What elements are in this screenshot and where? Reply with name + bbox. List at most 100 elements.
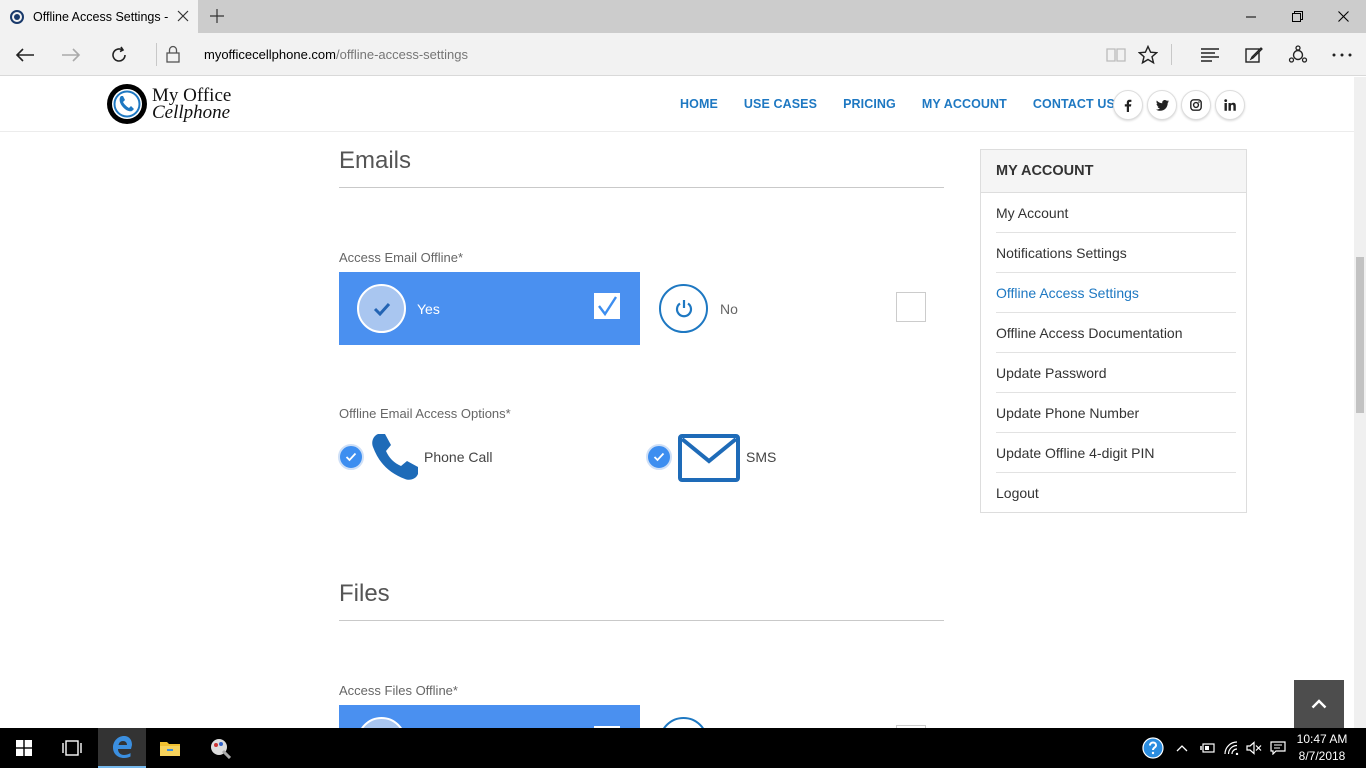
checkmark-icon (598, 296, 618, 317)
battery-icon[interactable] (1198, 738, 1218, 758)
sidebar-item-logout[interactable]: Logout (996, 473, 1236, 513)
power-icon (659, 717, 708, 728)
web-note-button[interactable] (1232, 33, 1276, 76)
instagram-icon (1190, 99, 1202, 111)
close-window-button[interactable] (1320, 0, 1366, 33)
sidebar-item-notifications-settings[interactable]: Notifications Settings (996, 233, 1236, 273)
help-icon[interactable] (1142, 737, 1164, 759)
site-logo[interactable]: My Office Cellphone (106, 83, 231, 125)
nav-home[interactable]: HOME (680, 97, 718, 111)
site-header: My Office Cellphone HOME USE CASES PRICI… (0, 77, 1354, 132)
emails-section-title: Emails (339, 147, 412, 174)
forward-button[interactable] (48, 33, 94, 76)
site-favicon-icon (10, 9, 24, 24)
close-tab-icon[interactable] (177, 10, 189, 22)
taskbar-app[interactable] (196, 728, 244, 768)
main-navigation: HOME USE CASES PRICING MY ACCOUNT CONTAC… (680, 97, 1141, 111)
action-center-icon[interactable] (1268, 738, 1288, 758)
page-scrollbar[interactable] (1354, 77, 1366, 728)
twitter-icon (1155, 99, 1169, 111)
sidebar-menu: My Account Notifications Settings Offlin… (981, 193, 1246, 513)
files-section-divider (339, 620, 944, 621)
sidebar-item-update-pin[interactable]: Update Offline 4-digit PIN (996, 433, 1236, 473)
more-options-button[interactable] (1320, 33, 1364, 76)
linkedin-icon (1224, 99, 1236, 111)
phone-call-label: Phone Call (424, 449, 493, 465)
files-section-title: Files (339, 580, 390, 607)
new-tab-icon[interactable] (209, 8, 225, 24)
sidebar-item-update-phone-number[interactable]: Update Phone Number (996, 393, 1236, 433)
phone-call-option[interactable]: Phone Call (338, 432, 493, 482)
start-button[interactable] (0, 728, 48, 768)
restore-window-button[interactable] (1274, 0, 1320, 33)
no-option-checkbox[interactable] (896, 292, 926, 322)
files-offline-no-option[interactable] (640, 705, 944, 728)
show-hidden-icons-chevron-icon[interactable] (1172, 738, 1192, 758)
back-to-top-button[interactable] (1294, 680, 1344, 728)
chevron-up-icon (1311, 699, 1327, 709)
sidebar-item-update-password[interactable]: Update Password (996, 353, 1236, 393)
address-separator (156, 43, 157, 66)
scrollbar-thumb[interactable] (1356, 257, 1364, 413)
windows-logo-icon (16, 740, 32, 756)
account-sidebar: MY ACCOUNT My Account Notifications Sett… (980, 149, 1247, 513)
system-clock[interactable]: 10:47 AM 8/7/2018 (1290, 731, 1354, 765)
logo-line2: Cellphone (152, 102, 231, 123)
instagram-button[interactable] (1181, 90, 1211, 120)
yes-option-checkbox[interactable] (594, 293, 620, 319)
favorite-star-button[interactable] (1126, 33, 1170, 76)
sms-checkbox[interactable] (646, 444, 672, 470)
nav-pricing[interactable]: PRICING (843, 97, 896, 111)
social-links (1113, 90, 1249, 120)
url-path: /offline-access-settings (336, 47, 468, 62)
task-view-button[interactable] (48, 728, 96, 768)
sidebar-item-offline-access-settings[interactable]: Offline Access Settings (996, 273, 1236, 313)
offline-email-options-label: Offline Email Access Options* (339, 406, 511, 421)
browser-tab-bar: Offline Access Settings - (0, 0, 1366, 33)
tab-title: Offline Access Settings - (33, 9, 169, 24)
volume-muted-icon[interactable] (1244, 738, 1264, 758)
share-button[interactable] (1276, 33, 1320, 76)
sidebar-item-offline-access-documentation[interactable]: Offline Access Documentation (996, 313, 1236, 353)
wifi-icon[interactable] (1222, 738, 1242, 758)
nav-contact-us[interactable]: CONTACT US (1033, 97, 1115, 111)
phone-icon (370, 432, 420, 482)
email-offline-no-option[interactable]: No (640, 272, 944, 345)
taskbar-file-explorer[interactable] (146, 728, 194, 768)
minimize-window-button[interactable] (1228, 0, 1274, 33)
facebook-icon (1124, 99, 1132, 112)
twitter-button[interactable] (1147, 90, 1177, 120)
emails-section-divider (339, 187, 944, 188)
edge-browser-icon (113, 736, 132, 758)
sidebar-heading: MY ACCOUNT (981, 150, 1246, 193)
browser-tab[interactable]: Offline Access Settings - (0, 0, 198, 33)
url-field[interactable]: myofficecellphone.com/offline-access-set… (204, 47, 468, 62)
files-offline-yes-option[interactable] (339, 705, 640, 728)
sms-label: SMS (746, 449, 777, 465)
access-email-offline-label: Access Email Offline* (339, 250, 464, 265)
yes-option-label: Yes (417, 301, 440, 317)
url-domain: myofficecellphone.com (204, 47, 336, 62)
hub-menu-button[interactable] (1188, 33, 1232, 76)
sidebar-item-my-account[interactable]: My Account (996, 193, 1236, 233)
web-page: My Office Cellphone HOME USE CASES PRICI… (0, 77, 1354, 728)
phone-call-checkbox[interactable] (338, 444, 364, 470)
envelope-icon (678, 432, 740, 482)
windows-taskbar: 10:47 AM 8/7/2018 (0, 728, 1366, 768)
check-circle-icon (357, 284, 406, 333)
task-view-icon (62, 740, 82, 756)
back-button[interactable] (2, 33, 48, 76)
nav-use-cases[interactable]: USE CASES (744, 97, 817, 111)
sms-option[interactable]: SMS (646, 432, 776, 482)
power-icon (659, 284, 708, 333)
clock-time: 10:47 AM (1296, 732, 1348, 746)
taskbar-edge[interactable] (98, 728, 146, 768)
email-offline-yes-option[interactable]: Yes (339, 272, 640, 345)
phone-logo-icon (107, 84, 147, 124)
refresh-button[interactable] (96, 33, 142, 76)
toolbar-separator (1171, 44, 1172, 65)
lock-icon[interactable] (166, 45, 180, 63)
nav-my-account[interactable]: MY ACCOUNT (922, 97, 1007, 111)
facebook-button[interactable] (1113, 90, 1143, 120)
linkedin-button[interactable] (1215, 90, 1245, 120)
